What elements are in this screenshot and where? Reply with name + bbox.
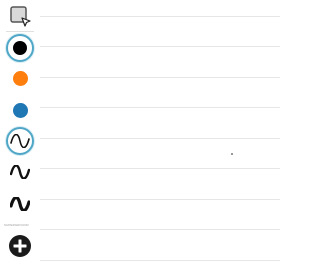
color-dot-icon (12, 70, 28, 86)
select-tool-button[interactable] (6, 2, 34, 30)
drawing-canvas[interactable] (40, 0, 320, 276)
drawing-app: SUPERGROUND (0, 0, 320, 276)
canvas-guide-line (40, 199, 280, 200)
wave-icon (10, 134, 30, 148)
toolbar-divider (6, 31, 34, 32)
canvas-guide-line (40, 138, 280, 139)
color-dot-icon (12, 102, 28, 118)
canvas-guide-line (40, 260, 280, 261)
stroke-thin-button[interactable] (6, 127, 34, 155)
stroke-medium-button[interactable] (6, 158, 34, 186)
color-dot-icon (13, 41, 27, 55)
canvas-guide-line (40, 77, 280, 78)
stroke-thick-button[interactable] (6, 190, 34, 218)
wave-icon (10, 197, 30, 211)
canvas-guide-line (40, 107, 280, 108)
canvas-guide-line (40, 46, 280, 47)
canvas-speck (231, 153, 233, 155)
canvas-guide-line (40, 168, 280, 169)
select-pointer-icon (8, 4, 32, 28)
toolbar-tiny-label: SUPERGROUND (4, 223, 29, 227)
color-blue-button[interactable] (6, 96, 34, 124)
wave-icon (10, 165, 30, 179)
canvas-guide-line (40, 16, 280, 17)
tool-palette: SUPERGROUND (0, 0, 40, 276)
add-icon (8, 234, 32, 258)
canvas-guide-line (40, 229, 280, 230)
add-button[interactable] (6, 232, 34, 260)
color-orange-button[interactable] (6, 64, 34, 92)
color-black-button[interactable] (6, 34, 34, 62)
